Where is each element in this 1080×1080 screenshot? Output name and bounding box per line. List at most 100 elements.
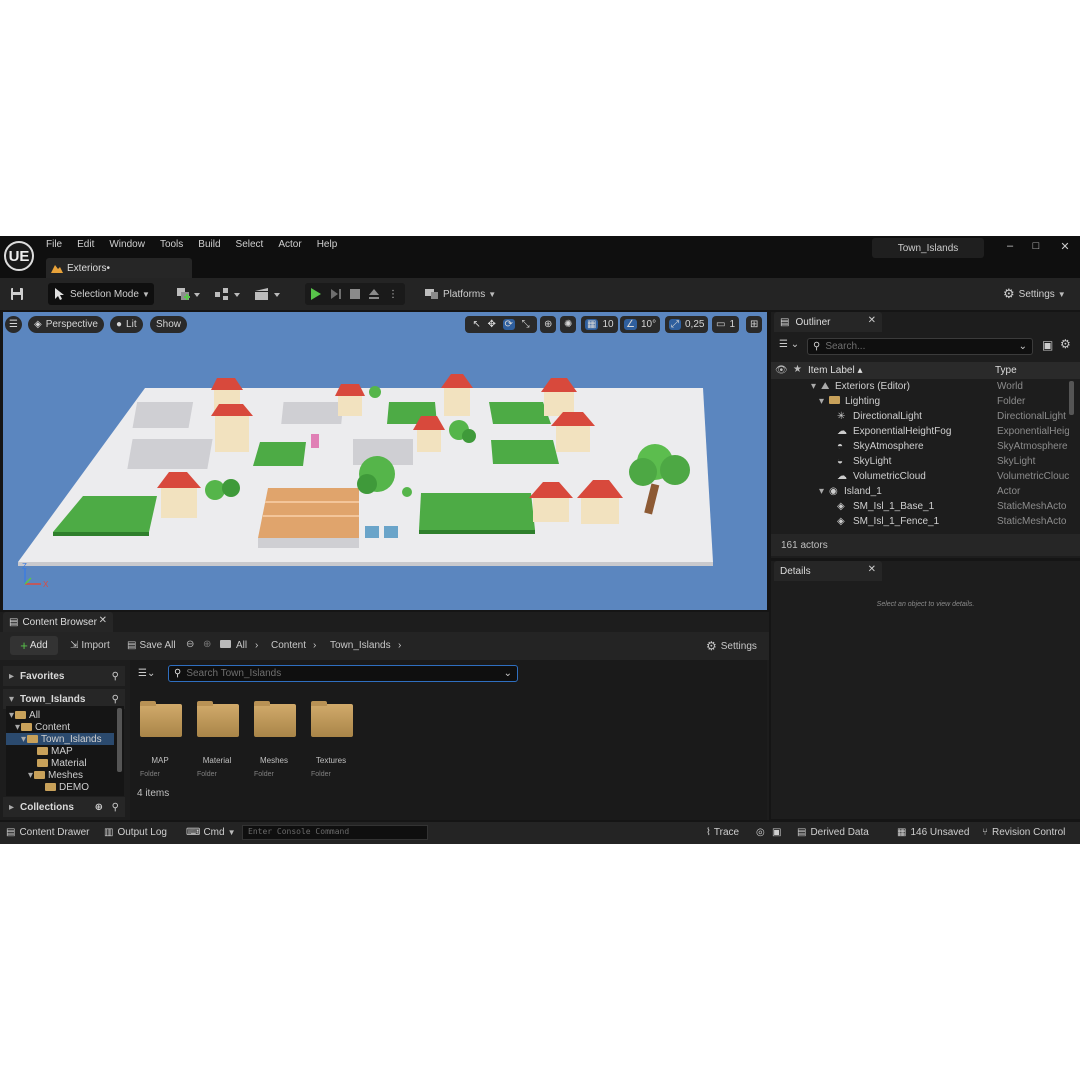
favorites-header[interactable]: ▸ Favorites ⚲ <box>3 666 125 686</box>
show-button[interactable]: Show <box>150 316 188 333</box>
chevron-down-icon[interactable]: ⌄ <box>504 668 512 679</box>
history-forward-icon[interactable]: ⊕ <box>203 639 211 650</box>
derived-data-button[interactable]: ▤ Derived Data <box>797 827 869 838</box>
outliner-row[interactable]: ✳ DirectionalLight DirectionalLight <box>771 411 1071 426</box>
pin-star-icon[interactable]: ★ <box>793 364 802 375</box>
add-collection-icon[interactable]: ⊕ <box>95 802 103 813</box>
translate-tool-icon[interactable]: ✥ <box>487 319 495 330</box>
content-browser-tab[interactable]: ▤ Content Browser ✕ <box>3 612 113 632</box>
outliner-search-input[interactable]: ⚲ Search... ⌄ <box>807 338 1033 355</box>
breadcrumb-all[interactable]: All <box>236 640 247 651</box>
menu-build[interactable]: Build <box>198 239 220 250</box>
screenshot-icon[interactable]: ▣ <box>772 827 781 838</box>
breadcrumb-content[interactable]: Content <box>271 640 306 651</box>
outliner-row[interactable]: ▾ ◉ Island_1 Actor <box>771 486 1071 501</box>
grid-snap-toggle[interactable]: ▦ 10 <box>581 316 618 333</box>
maximize-icon[interactable]: □ <box>1026 240 1046 256</box>
cmd-dropdown[interactable]: ⌨ Cmd ▼ <box>186 827 235 838</box>
revision-control-button[interactable]: ⑂ Revision Control <box>982 827 1065 838</box>
viewport-layout-icon[interactable]: ⊞ <box>746 316 762 333</box>
minimize-icon[interactable]: – <box>1000 240 1020 256</box>
surface-snap-icon[interactable]: ✺ <box>560 316 576 333</box>
rotate-tool-icon[interactable]: ⟳ <box>502 319 515 330</box>
world-space-icon[interactable]: ⊕ <box>540 316 556 333</box>
add-actor-icon[interactable] <box>176 287 202 301</box>
output-log-button[interactable]: ▥ Output Log <box>104 827 167 838</box>
perspective-button[interactable]: ◈ Perspective <box>28 316 104 333</box>
lit-button[interactable]: ● Lit <box>110 316 143 333</box>
add-folder-icon[interactable]: ▣ <box>1042 338 1053 352</box>
close-tab-icon[interactable]: ✕ <box>99 615 107 626</box>
asset-folder-material[interactable]: Material Folder <box>193 701 241 789</box>
expand-arrow-icon[interactable]: ▾ <box>819 396 824 407</box>
scene-render[interactable] <box>3 312 767 610</box>
viewport-menu-button[interactable]: ☰ <box>5 316 22 333</box>
eject-icon[interactable] <box>368 288 380 300</box>
scale-snap-toggle[interactable]: ⤢ 0,25 <box>665 316 709 333</box>
content-settings-button[interactable]: ⚙ Settings <box>706 639 757 653</box>
column-type[interactable]: Type <box>995 365 1017 376</box>
close-window-icon[interactable]: ✕ <box>1055 240 1075 256</box>
breadcrumb-town-islands[interactable]: Town_Islands <box>330 640 391 651</box>
folder-tree-item-map[interactable]: MAP <box>37 745 73 757</box>
outliner-row[interactable]: ☁ ExponentialHeightFog ExponentialHeig <box>771 426 1071 441</box>
close-tab-icon[interactable]: ✕ <box>868 564 876 575</box>
search-icon[interactable]: ⚲ <box>112 694 119 705</box>
asset-folder-textures[interactable]: Textures Folder <box>307 701 355 789</box>
unsaved-button[interactable]: ▦ 146 Unsaved <box>897 827 969 838</box>
outliner-row[interactable]: ◈ SM_Isl_1_Fence_1 StaticMeshActo <box>771 516 1071 531</box>
outliner-row[interactable]: ▾ Lighting Folder <box>771 396 1071 411</box>
level-tab-exteriors[interactable]: Exteriors• <box>46 258 192 278</box>
menu-help[interactable]: Help <box>317 239 338 250</box>
console-command-input[interactable]: Enter Console Command <box>242 825 428 840</box>
trace-button[interactable]: ⌇ Trace <box>706 827 739 838</box>
menu-edit[interactable]: Edit <box>77 239 94 250</box>
folder-tree-item-content[interactable]: ▾ Content <box>15 721 70 733</box>
folder-tree-item-all[interactable]: ▾ All <box>9 709 40 721</box>
folder-tree-item-meshes[interactable]: ▾ Meshes <box>28 769 83 781</box>
chevron-down-icon[interactable]: ⌄ <box>1019 341 1027 352</box>
outliner-row[interactable]: ◒ SkyLight SkyLight <box>771 456 1071 471</box>
folder-tree-item-material[interactable]: Material <box>37 757 87 769</box>
outliner-row[interactable]: ◈ SM_Isl_1_Base_1 StaticMeshActo <box>771 501 1071 516</box>
search-icon[interactable]: ⚲ <box>112 671 119 682</box>
content-search-input[interactable]: ⚲ Search Town_Islands ⌄ <box>168 665 518 682</box>
more-options-icon[interactable]: ⋮ <box>388 289 398 300</box>
close-tab-icon[interactable]: ✕ <box>868 315 876 326</box>
settings-dropdown[interactable]: ⚙ Settings ▼ <box>1003 283 1066 305</box>
add-button[interactable]: + Add <box>10 636 58 655</box>
outliner-row[interactable]: ☁ VolumetricCloud VolumetricClouc <box>771 471 1071 486</box>
import-button[interactable]: ⇲ Import <box>70 640 110 651</box>
rotation-snap-toggle[interactable]: ∠ 10° <box>620 316 661 333</box>
platforms-dropdown[interactable]: Platforms ▼ <box>425 283 496 305</box>
camera-speed-button[interactable]: ▭ 1 <box>712 316 740 333</box>
details-tab[interactable]: Details ✕ <box>774 561 882 581</box>
history-back-icon[interactable]: ⊖ <box>186 639 194 650</box>
select-tool-icon[interactable]: ↖ <box>472 319 480 330</box>
gear-icon[interactable]: ⚙ <box>1060 337 1071 351</box>
unreal-logo-icon[interactable]: UE <box>4 241 34 271</box>
scale-tool-icon[interactable]: ⤡ <box>522 319 530 330</box>
outliner-tab[interactable]: ▤ Outliner ✕ <box>774 312 882 332</box>
expand-arrow-icon[interactable]: ▾ <box>811 381 816 392</box>
outliner-row[interactable]: ◓ SkyAtmosphere SkyAtmosphere <box>771 441 1071 456</box>
content-drawer-button[interactable]: ▤ Content Drawer <box>6 827 89 838</box>
save-icon[interactable] <box>10 287 24 301</box>
record-icon[interactable]: ◎ <box>756 827 765 838</box>
folder-tree-item-town-islands[interactable]: ▾ Town_Islands <box>6 733 114 745</box>
blueprint-icon[interactable] <box>214 287 242 301</box>
play-icon[interactable] <box>311 288 321 300</box>
expand-arrow-icon[interactable]: ▾ <box>819 486 824 497</box>
cinematics-icon[interactable] <box>254 287 282 301</box>
collections-header[interactable]: ▸ Collections ⊕ ⚲ <box>3 797 125 817</box>
filter-icon[interactable]: ☰⌄ <box>138 668 155 679</box>
advance-frame-icon[interactable] <box>330 288 342 300</box>
stop-icon[interactable] <box>350 289 360 299</box>
search-icon[interactable]: ⚲ <box>112 802 119 813</box>
menu-select[interactable]: Select <box>236 239 264 250</box>
save-all-button[interactable]: ▤ Save All <box>127 640 176 651</box>
folder-tree-scrollbar[interactable] <box>117 708 122 772</box>
menu-actor[interactable]: Actor <box>278 239 301 250</box>
asset-folder-meshes[interactable]: Meshes Folder <box>250 701 298 789</box>
outliner-scrollbar[interactable] <box>1069 381 1074 415</box>
